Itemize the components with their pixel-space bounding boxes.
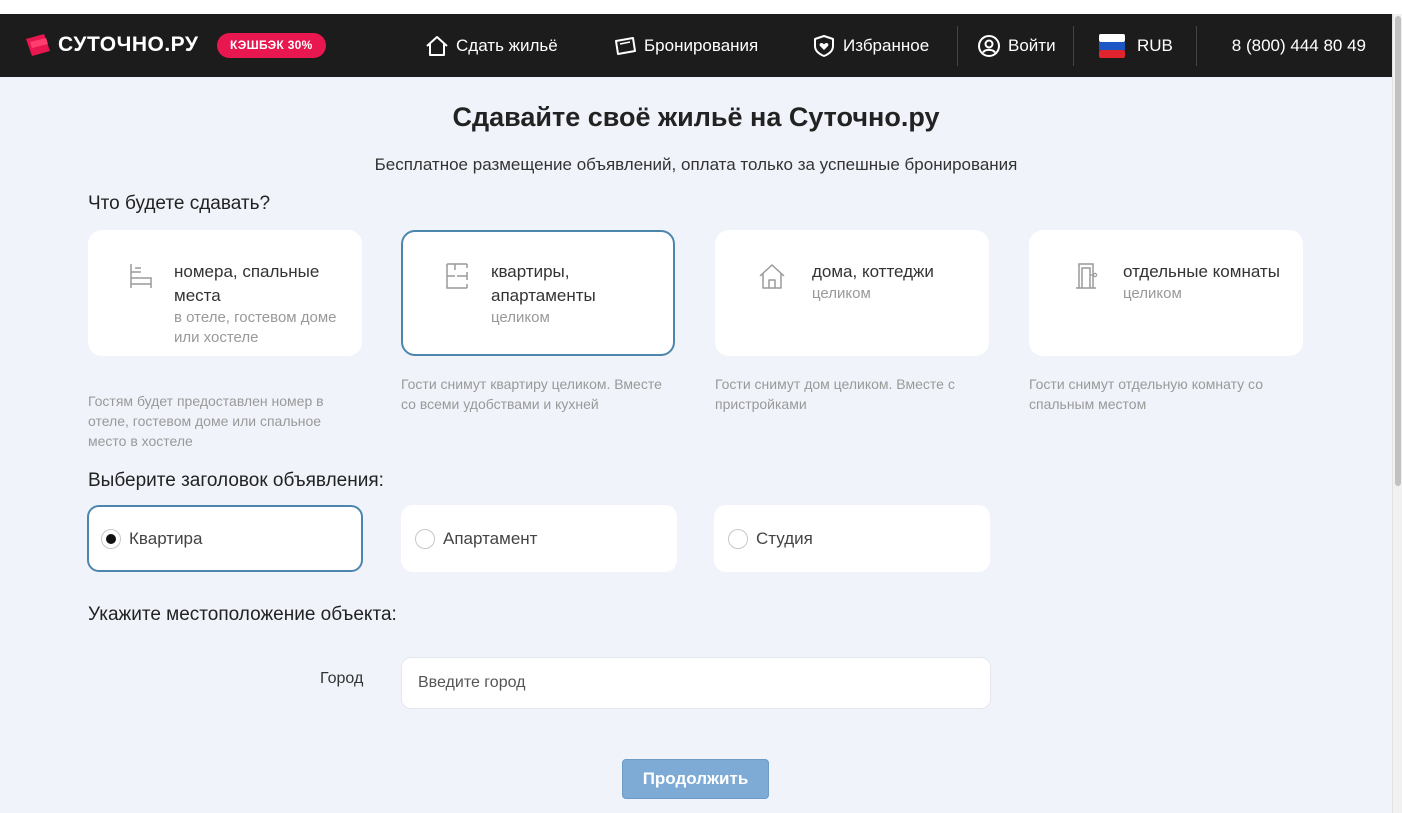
city-label: Город	[320, 670, 364, 687]
property-type-description: Гостям будет предоставлен номер в отеле,…	[88, 393, 324, 449]
nav-rent-out[interactable]: Сдать жильё	[425, 32, 558, 59]
nav-divider	[1073, 26, 1074, 66]
russia-flag-icon	[1099, 33, 1125, 58]
nav-bookings-label: Бронирования	[644, 35, 759, 55]
cashback-badge[interactable]: КЭШБЭК 30%	[217, 33, 326, 58]
property-type-houses[interactable]: дома, коттеджи целиком	[715, 230, 989, 356]
radio-button[interactable]	[415, 528, 435, 549]
property-type-sub: в отеле, гостевом доме или хостеле	[174, 309, 337, 346]
site-header: СУТОЧНО.РУ КЭШБЭК 30% Сдать жильё Бронир…	[0, 14, 1392, 77]
property-type-description: Гости снимут отдельную комнату со спальн…	[1029, 376, 1263, 412]
nav-favorites[interactable]: Избранное	[812, 32, 929, 59]
floorplan-icon	[446, 263, 468, 289]
property-type-title: квартиры, апартаменты	[491, 262, 596, 305]
property-type-sub: целиком	[1123, 285, 1182, 302]
logo-mark-icon	[24, 31, 52, 59]
bed-icon	[130, 264, 152, 288]
continue-button[interactable]: Продолжить	[622, 759, 769, 799]
nav-login[interactable]: Войти	[977, 32, 1056, 59]
house-outline-icon	[426, 35, 448, 56]
radio-label: Студия	[756, 528, 813, 548]
property-type-sub: целиком	[812, 285, 871, 302]
user-circle-icon	[978, 34, 1000, 57]
location-label: Укажите местоположение объекта:	[88, 604, 397, 625]
radio-label: Апартамент	[443, 528, 538, 548]
city-input[interactable]	[401, 657, 991, 709]
listing-title-option-apartament[interactable]: Апартамент	[401, 505, 677, 572]
nav-login-label: Войти	[1008, 35, 1056, 55]
heart-shield-icon	[814, 34, 834, 57]
listing-title-label: Выберите заголовок объявления:	[88, 470, 384, 491]
listing-title-option-studiya[interactable]: Студия	[714, 505, 990, 572]
property-type-sub: целиком	[491, 309, 550, 326]
ticket-icon	[615, 36, 636, 55]
page-scrollbar[interactable]	[1392, 14, 1402, 813]
nav-rent-out-label: Сдать жильё	[456, 35, 558, 55]
browser-top-strip	[0, 0, 1402, 14]
logo-text: СУТОЧНО.РУ	[58, 33, 199, 56]
property-type-title: отдельные комнаты	[1123, 262, 1280, 281]
currency-label: RUB	[1137, 35, 1173, 55]
site-logo[interactable]: СУТОЧНО.РУ	[24, 31, 198, 59]
scrollbar-thumb[interactable]	[1395, 16, 1401, 486]
property-type-apartments[interactable]: квартиры, апартаменты целиком	[401, 230, 675, 356]
page-title: Сдавайте своё жильё на Суточно.ру	[452, 102, 940, 132]
currency-selector[interactable]: RUB	[1099, 32, 1173, 59]
house-icon	[759, 264, 785, 289]
property-type-title: дома, коттеджи	[812, 262, 934, 281]
nav-divider	[957, 26, 958, 66]
listing-title-option-kvartira[interactable]: Квартира	[87, 505, 363, 572]
door-icon	[1076, 263, 1098, 289]
property-type-rooms[interactable]: номера, спальные места в отеле, гостевом …	[88, 230, 362, 356]
nav-bookings[interactable]: Бронирования	[613, 32, 758, 59]
support-phone[interactable]: 8 (800) 444 80 49	[1232, 32, 1366, 59]
property-type-description: Гости снимут дом целиком. Вместе с прист…	[715, 376, 955, 412]
property-type-title: номера, спальные места	[174, 262, 320, 305]
property-type-description: Гости снимут квартиру целиком. Вместе со…	[401, 376, 662, 412]
page-subtitle: Бесплатное размещение объявлений, оплата…	[374, 155, 1018, 174]
nav-favorites-label: Избранное	[843, 35, 930, 55]
nav-divider	[1196, 26, 1197, 66]
property-type-label: Что будете сдавать?	[88, 193, 271, 214]
radio-button[interactable]	[728, 528, 748, 549]
property-type-rooms-separate[interactable]: отдельные комнаты целиком	[1029, 230, 1303, 356]
radio-button[interactable]	[101, 528, 121, 549]
radio-label: Квартира	[129, 528, 203, 548]
